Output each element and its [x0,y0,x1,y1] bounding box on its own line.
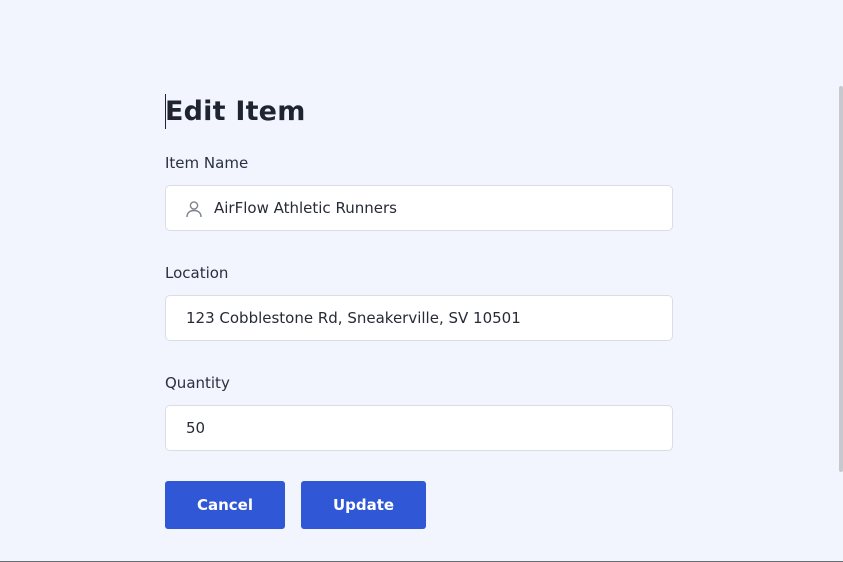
update-button[interactable]: Update [301,481,426,529]
item-name-field-wrapper [165,185,673,231]
form-actions: Cancel Update [165,481,673,529]
page: Edit Item Item Name Location Quantity Ca… [0,0,843,562]
item-name-label: Item Name [165,154,249,172]
quantity-input[interactable] [166,406,672,450]
user-icon [184,199,204,219]
location-label: Location [165,264,229,282]
quantity-field-wrapper [165,405,673,451]
location-field-wrapper [165,295,673,341]
location-input[interactable] [166,296,672,340]
item-name-input[interactable] [166,186,672,230]
edit-item-form: Edit Item Item Name Location Quantity Ca… [165,92,673,529]
scrollbar-thumb[interactable] [839,86,843,472]
cancel-button[interactable]: Cancel [165,481,285,529]
page-title: Edit Item [165,96,306,127]
quantity-label: Quantity [165,374,230,392]
text-cursor [165,94,166,129]
